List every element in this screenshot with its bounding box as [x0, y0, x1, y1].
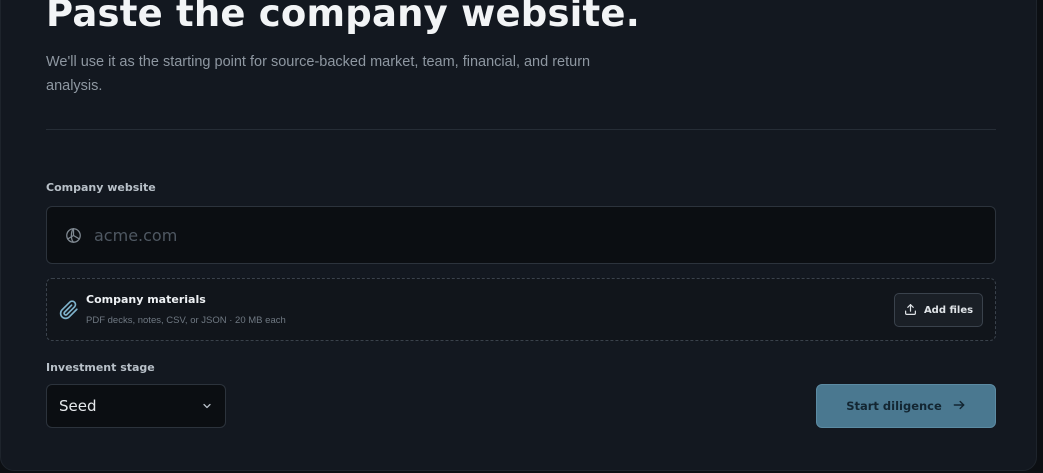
- page-title: Paste the company website.: [46, 0, 640, 35]
- chevron-down-icon: [201, 397, 213, 416]
- arrow-right-icon: [952, 397, 966, 416]
- website-field[interactable]: [46, 206, 996, 264]
- paperclip-icon: [59, 300, 79, 320]
- investment-stage-select[interactable]: Seed: [46, 384, 226, 428]
- start-diligence-label: Start diligence: [846, 399, 942, 413]
- investment-stage-value: Seed: [59, 397, 97, 415]
- materials-hint: PDF decks, notes, CSV, or JSON · 20 MB e…: [86, 315, 286, 326]
- website-label: Company website: [46, 181, 156, 194]
- page-subtitle: We'll use it as the starting point for s…: [46, 54, 591, 94]
- globe-icon: [64, 226, 82, 244]
- materials-title: Company materials: [86, 293, 206, 306]
- add-files-button[interactable]: Add files: [894, 293, 983, 327]
- diligence-card: Paste the company website. We'll use it …: [0, 0, 1037, 471]
- investment-stage-label: Investment stage: [46, 361, 155, 374]
- materials-dropzone[interactable]: Company materials PDF decks, notes, CSV,…: [46, 278, 996, 341]
- section-divider: [46, 129, 996, 130]
- start-diligence-button[interactable]: Start diligence: [816, 384, 996, 428]
- upload-icon: [904, 301, 917, 320]
- website-input[interactable]: [92, 206, 995, 264]
- add-files-label: Add files: [923, 304, 974, 316]
